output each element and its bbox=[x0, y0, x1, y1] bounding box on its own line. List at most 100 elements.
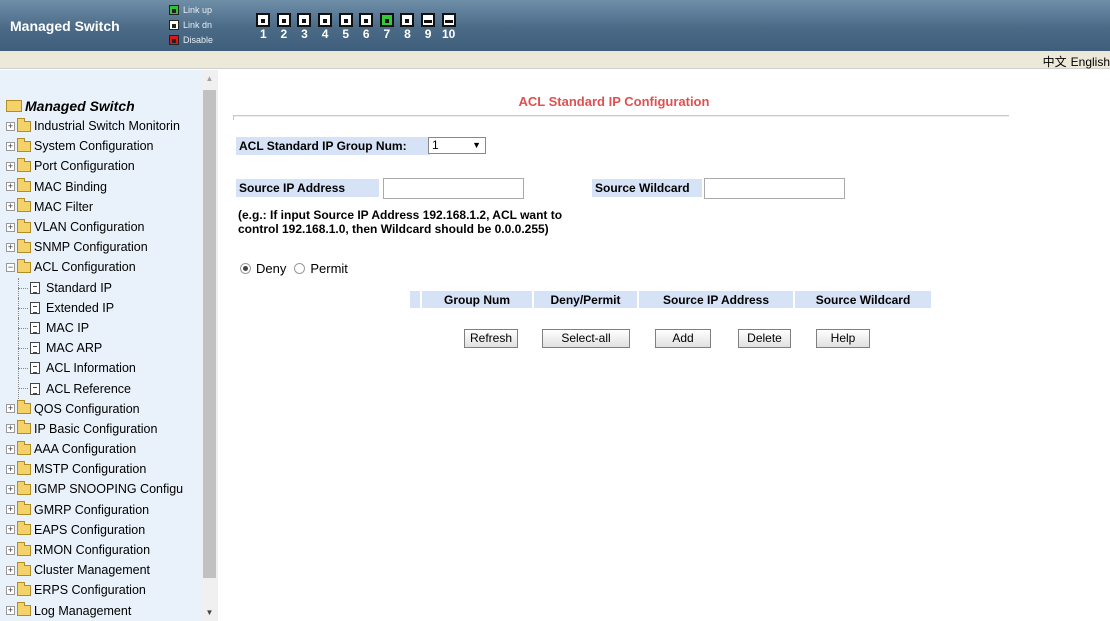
expand-plus-icon[interactable]: + bbox=[6, 565, 15, 575]
port-10[interactable]: 10 bbox=[438, 13, 459, 40]
sidebar-item-mac-filter[interactable]: + MAC Filter bbox=[6, 197, 202, 217]
sidebar-item-igmp-snooping[interactable]: + IGMP SNOOPING Configu bbox=[6, 479, 202, 499]
sidebar-item-mac-binding[interactable]: + MAC Binding bbox=[6, 177, 202, 197]
collapse-minus-icon[interactable]: − bbox=[6, 262, 15, 272]
sidebar-item-mac-ip[interactable]: MAC IP bbox=[6, 317, 202, 339]
ethernet-port-icon bbox=[297, 13, 312, 27]
sidebar-item-industrial-monitoring[interactable]: + Industrial Switch Monitorin bbox=[6, 116, 202, 136]
sidebar-item-label: MSTP Configuration bbox=[34, 462, 147, 477]
expand-plus-icon[interactable]: + bbox=[6, 505, 15, 515]
sidebar-item-system-configuration[interactable]: + System Configuration bbox=[6, 136, 202, 156]
permit-radio[interactable] bbox=[294, 263, 306, 274]
chinese-link[interactable]: 中文 bbox=[1043, 55, 1067, 69]
expand-plus-icon[interactable]: + bbox=[6, 202, 15, 212]
tree-root[interactable]: Managed Switch bbox=[6, 96, 202, 116]
sidebar-item-log-management[interactable]: + Log Management bbox=[6, 601, 202, 621]
help-button[interactable]: Help bbox=[816, 329, 870, 348]
expand-plus-icon[interactable]: + bbox=[6, 222, 15, 232]
port-1[interactable]: 1 bbox=[253, 13, 274, 40]
acl-rules-table: Group Num Deny/Permit Source IP Address … bbox=[408, 289, 933, 310]
sidebar-item-aaa-configuration[interactable]: + AAA Configuration bbox=[6, 439, 202, 459]
sidebar-item-gmrp-configuration[interactable]: + GMRP Configuration bbox=[6, 500, 202, 520]
port-3[interactable]: 3 bbox=[294, 13, 315, 40]
add-button[interactable]: Add bbox=[655, 329, 711, 348]
deny-radio[interactable] bbox=[240, 263, 251, 274]
permit-radio-label[interactable]: Permit bbox=[310, 261, 348, 276]
port-number: 8 bbox=[404, 27, 411, 41]
english-link[interactable]: English bbox=[1071, 55, 1110, 69]
port-link-down-icon bbox=[169, 19, 179, 30]
port-5[interactable]: 5 bbox=[335, 13, 356, 40]
sidebar-item-port-configuration[interactable]: + Port Configuration bbox=[6, 156, 202, 176]
expand-plus-icon[interactable]: + bbox=[6, 444, 15, 454]
group-num-select[interactable]: 1 ▼ bbox=[428, 137, 486, 154]
column-header-group-num: Group Num bbox=[422, 291, 532, 308]
sidebar-item-vlan-configuration[interactable]: + VLAN Configuration bbox=[6, 217, 202, 237]
port-9[interactable]: 9 bbox=[418, 13, 439, 40]
sidebar-item-standard-ip[interactable]: Standard IP bbox=[6, 277, 202, 298]
sidebar-item-acl-configuration[interactable]: − ACL Configuration bbox=[6, 257, 202, 277]
sidebar-item-label: IGMP SNOOPING Configu bbox=[34, 482, 184, 497]
tree-root-label: Managed Switch bbox=[25, 98, 135, 114]
expand-plus-icon[interactable]: + bbox=[6, 121, 15, 131]
refresh-button[interactable]: Refresh bbox=[464, 329, 518, 348]
sidebar-item-snmp-configuration[interactable]: + SNMP Configuration bbox=[6, 237, 202, 257]
column-header-source-ip: Source IP Address bbox=[639, 291, 793, 308]
sidebar-item-label: VLAN Configuration bbox=[34, 220, 145, 235]
ethernet-port-icon bbox=[256, 13, 271, 27]
sidebar-item-label: ACL Reference bbox=[46, 381, 131, 396]
document-icon bbox=[30, 362, 40, 375]
scroll-up-arrow-icon[interactable]: ▲ bbox=[201, 70, 218, 87]
sidebar-item-acl-information[interactable]: ACL Information bbox=[6, 358, 202, 379]
legend-label: Link up bbox=[183, 4, 213, 15]
sidebar-item-mac-arp[interactable]: MAC ARP bbox=[6, 338, 202, 359]
sidebar-item-erps-configuration[interactable]: + ERPS Configuration bbox=[6, 580, 202, 600]
port-7[interactable]: 7 bbox=[377, 13, 398, 40]
expand-plus-icon[interactable]: + bbox=[6, 484, 15, 494]
document-icon bbox=[30, 342, 40, 355]
expand-plus-icon[interactable]: + bbox=[6, 545, 15, 555]
sidebar-scrollbar[interactable]: ▲ ▼ bbox=[201, 70, 218, 621]
sidebar-item-label: EAPS Configuration bbox=[34, 522, 146, 537]
expand-plus-icon[interactable]: + bbox=[6, 585, 15, 595]
sidebar-item-ip-basic-configuration[interactable]: + IP Basic Configuration bbox=[6, 419, 202, 439]
scrollbar-thumb[interactable] bbox=[203, 90, 216, 578]
sidebar-nav: Managed Switch + Industrial Switch Monito… bbox=[0, 70, 218, 621]
document-icon bbox=[30, 281, 40, 294]
scroll-down-arrow-icon[interactable]: ▼ bbox=[201, 604, 218, 621]
deny-radio-label[interactable]: Deny bbox=[256, 261, 286, 276]
port-4[interactable]: 4 bbox=[315, 13, 336, 40]
source-ip-input[interactable] bbox=[383, 178, 524, 199]
sidebar-item-mstp-configuration[interactable]: + MSTP Configuration bbox=[6, 459, 202, 479]
port-number: 2 bbox=[280, 27, 288, 41]
expand-plus-icon[interactable]: + bbox=[6, 606, 15, 616]
expand-plus-icon[interactable]: + bbox=[6, 525, 15, 535]
folder-icon bbox=[17, 137, 31, 152]
expand-plus-icon[interactable]: + bbox=[6, 141, 15, 151]
port-2[interactable]: 2 bbox=[274, 13, 295, 40]
sidebar-item-extended-ip[interactable]: Extended IP bbox=[6, 297, 202, 319]
expand-plus-icon[interactable]: + bbox=[6, 424, 15, 434]
ethernet-port-icon bbox=[276, 13, 291, 27]
sidebar-item-eaps-configuration[interactable]: + EAPS Configuration bbox=[6, 520, 202, 540]
source-wildcard-input[interactable] bbox=[704, 178, 845, 199]
delete-button[interactable]: Delete bbox=[738, 329, 791, 348]
folder-icon bbox=[17, 238, 31, 253]
port-6[interactable]: 6 bbox=[356, 13, 377, 40]
page-title: ACL Standard IP Configuration bbox=[518, 94, 710, 109]
group-num-selected: 1 bbox=[432, 138, 439, 152]
sidebar-item-label: MAC IP bbox=[46, 320, 90, 335]
sidebar-item-rmon-configuration[interactable]: + RMON Configuration bbox=[6, 540, 202, 560]
expand-plus-icon[interactable]: + bbox=[6, 242, 15, 252]
folder-icon bbox=[17, 480, 31, 495]
folder-icon bbox=[17, 561, 31, 576]
expand-plus-icon[interactable]: + bbox=[6, 404, 15, 414]
expand-plus-icon[interactable]: + bbox=[6, 161, 15, 171]
sidebar-item-cluster-management[interactable]: + Cluster Management bbox=[6, 560, 202, 580]
select-all-button[interactable]: Select-all bbox=[542, 329, 630, 348]
port-8[interactable]: 8 bbox=[397, 13, 418, 40]
expand-plus-icon[interactable]: + bbox=[6, 182, 15, 192]
sidebar-item-acl-reference[interactable]: ACL Reference bbox=[6, 378, 202, 399]
sidebar-item-qos-configuration[interactable]: + QOS Configuration bbox=[6, 399, 202, 419]
expand-plus-icon[interactable]: + bbox=[6, 464, 15, 474]
